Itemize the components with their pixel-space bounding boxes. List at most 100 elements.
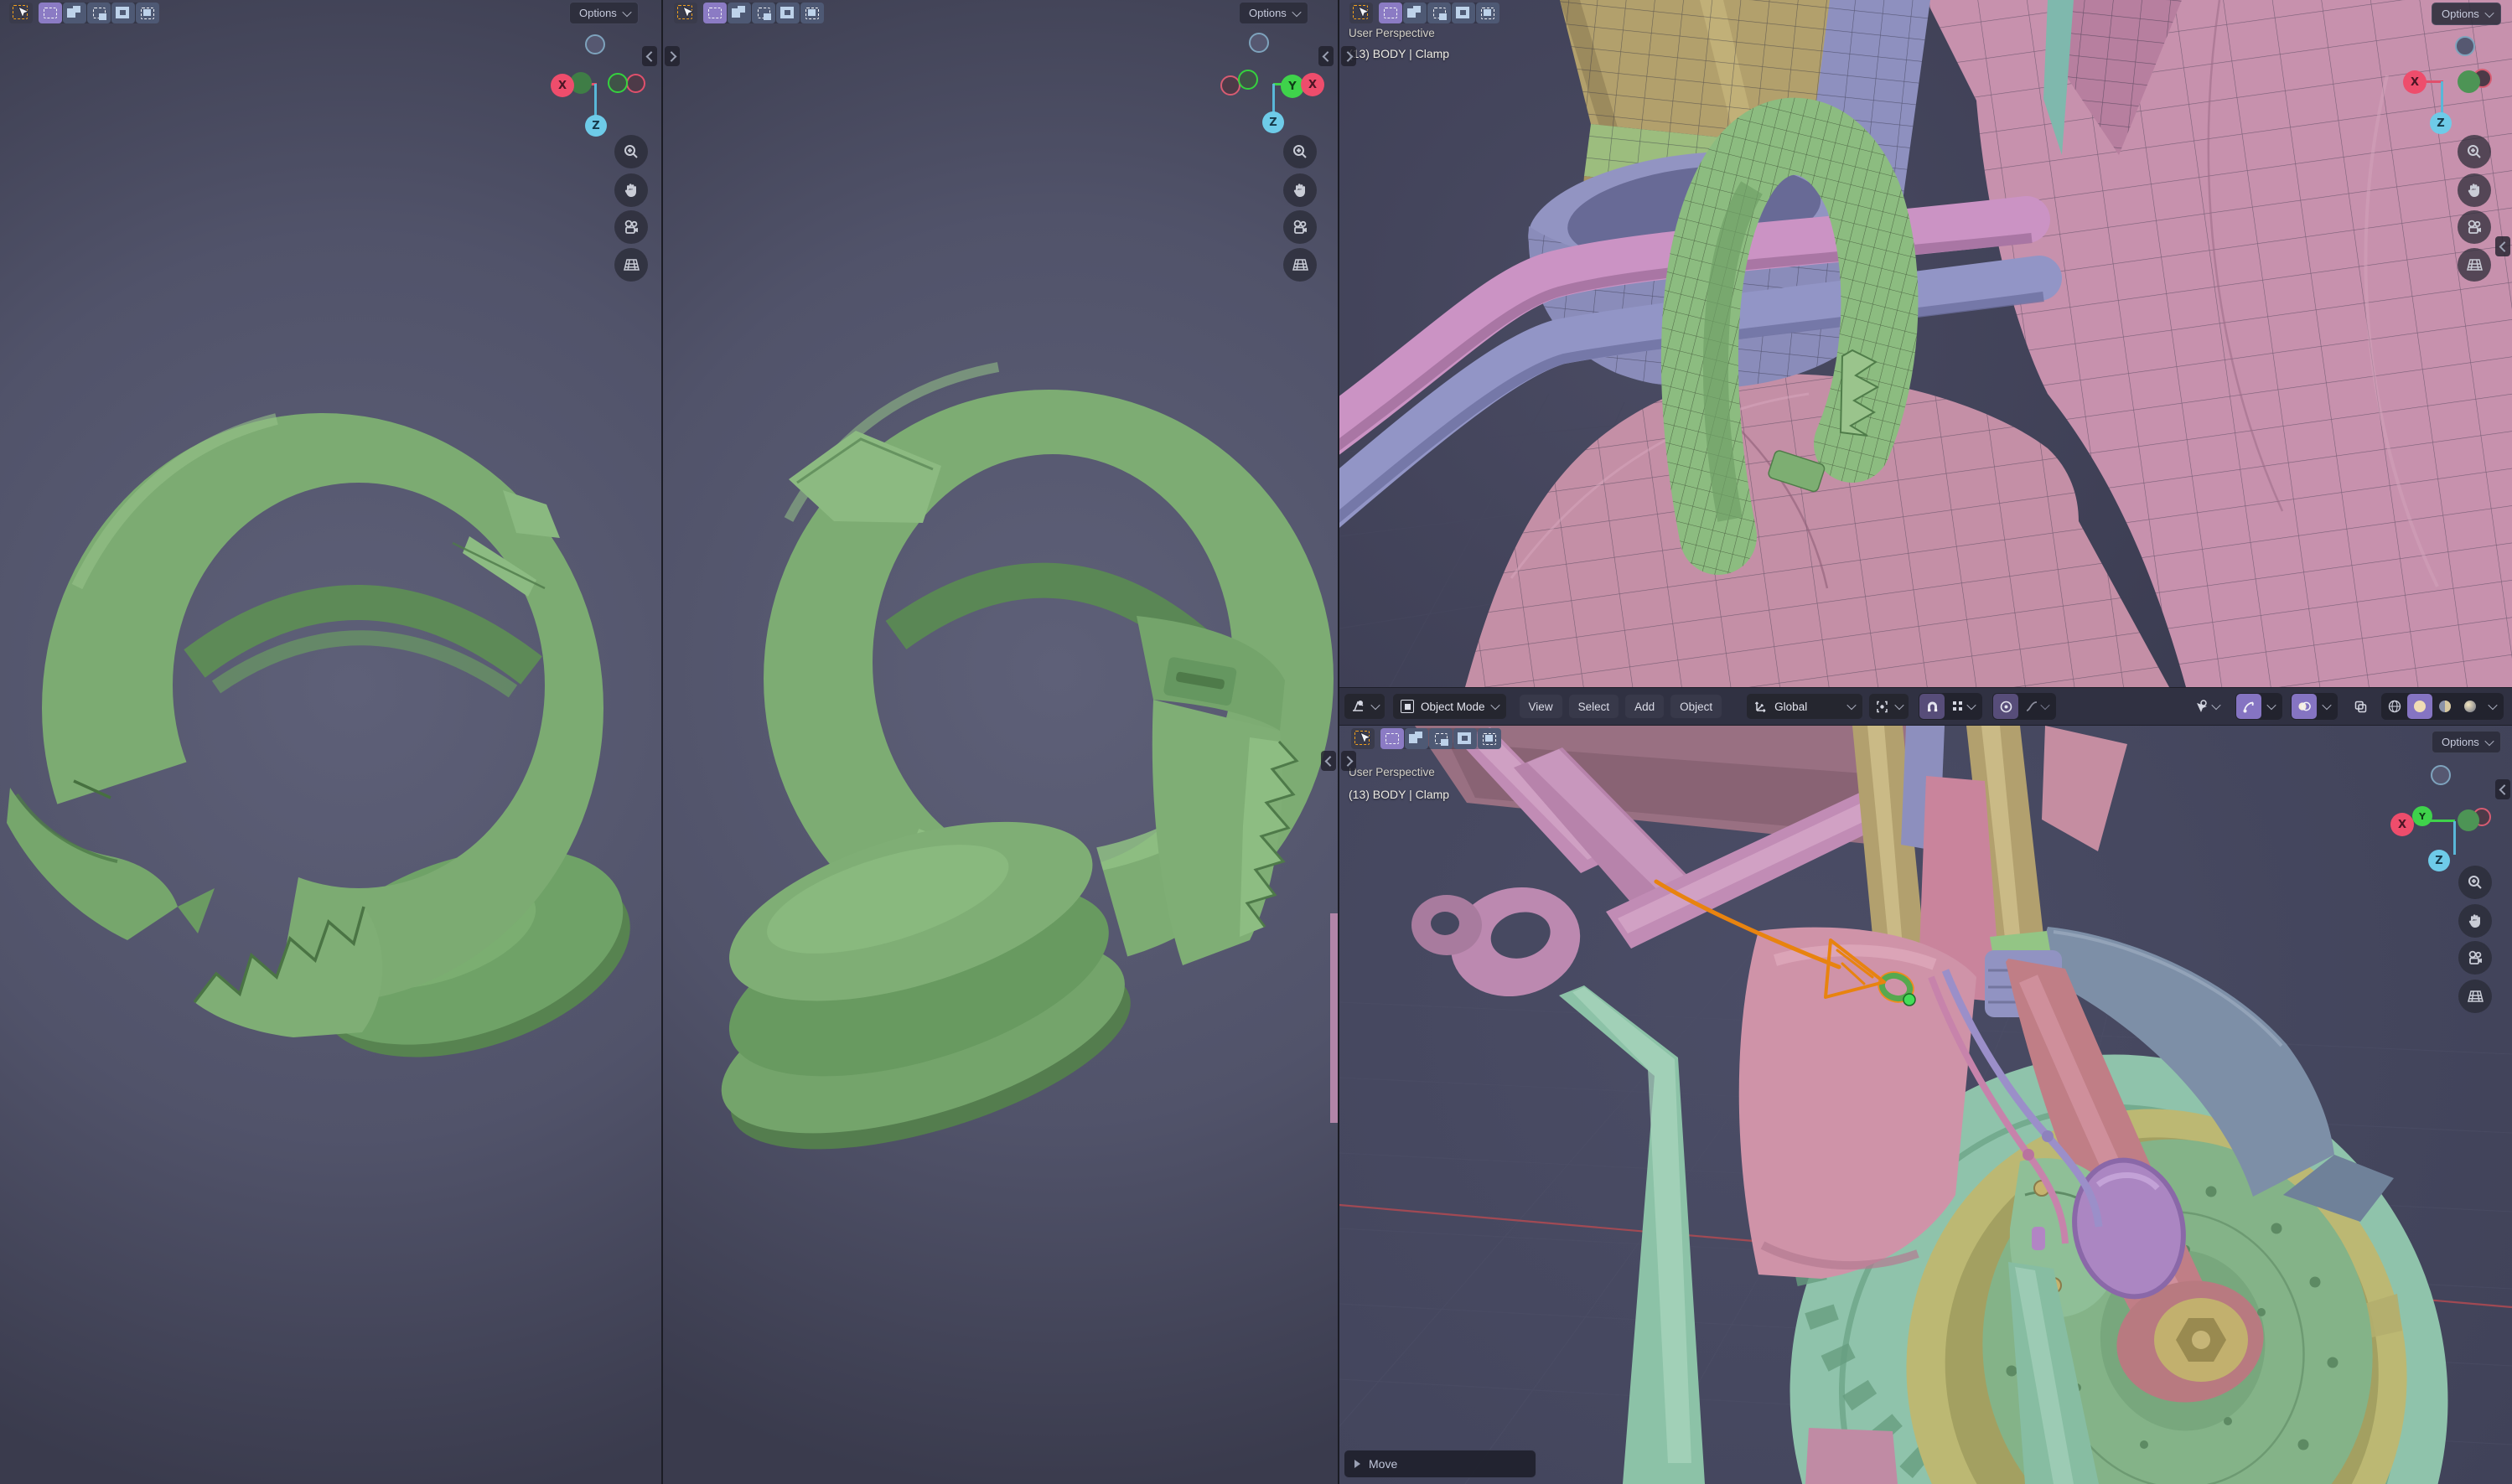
region-arrow-left[interactable] <box>642 46 657 66</box>
region-arrow-right[interactable] <box>1341 751 1356 771</box>
region-arrow-left[interactable] <box>2495 779 2510 799</box>
region-arrow-left[interactable] <box>1321 751 1336 771</box>
vp1-camera-dot[interactable] <box>585 34 605 54</box>
snap-settings-dropdown[interactable] <box>1945 694 1981 719</box>
gizmo-z-axis[interactable]: Z <box>2428 850 2450 871</box>
viewport-divider[interactable] <box>1338 0 1339 1484</box>
tweak-tool-button[interactable] <box>9 3 33 23</box>
vp3-pan-button[interactable] <box>2458 173 2491 207</box>
vp1-options-button[interactable]: Options <box>569 2 639 24</box>
editor-type-selector[interactable] <box>1344 694 1385 719</box>
vp4-pan-button[interactable] <box>2458 904 2492 938</box>
shading-rendered-button[interactable] <box>2458 694 2483 719</box>
viewport-front-canvas[interactable] <box>0 0 661 1484</box>
vp3-ortho-button[interactable] <box>2458 248 2491 282</box>
xray-toggle[interactable] <box>2348 694 2373 719</box>
transform-orientation-selector[interactable]: Global <box>1747 694 1862 719</box>
gizmo-y-axis[interactable]: Y <box>2412 806 2432 826</box>
menu-object[interactable]: Object <box>1670 695 1722 718</box>
viewport-detail-canvas[interactable] <box>1339 0 2512 687</box>
select-box-set-button[interactable] <box>703 3 727 23</box>
vp4-camera-button[interactable] <box>2458 941 2492 975</box>
shading-material-button[interactable] <box>2432 694 2458 719</box>
select-box-set-button[interactable] <box>39 3 62 23</box>
pivot-point-selector[interactable] <box>1869 694 1909 719</box>
region-arrow-right[interactable] <box>1341 46 1356 66</box>
vp2-ortho-button[interactable] <box>1283 248 1317 282</box>
viewport-three-quarter[interactable] <box>663 0 1338 1484</box>
viewport-three-quarter-canvas[interactable] <box>663 0 1338 1484</box>
viewport-scene[interactable] <box>1339 726 2512 1484</box>
snap-magnet-toggle[interactable] <box>1919 694 1945 719</box>
menu-add[interactable]: Add <box>1625 695 1664 718</box>
gizmo-y-negative[interactable] <box>2458 809 2479 831</box>
gizmo-y-negative[interactable] <box>608 73 628 93</box>
select-box-extend-button[interactable] <box>1403 3 1427 23</box>
operator-panel-move[interactable]: Move <box>1344 1450 1536 1478</box>
proportional-falloff-dropdown[interactable] <box>2018 694 2055 719</box>
select-box-intersect-button[interactable] <box>136 3 159 23</box>
select-box-subtract-button[interactable] <box>1427 3 1451 23</box>
region-arrow-right[interactable] <box>665 46 680 66</box>
select-box-intersect-button[interactable] <box>1476 3 1499 23</box>
gizmo-x-axis[interactable]: X <box>1301 73 1324 96</box>
select-box-extend-button[interactable] <box>728 3 751 23</box>
select-box-invert-button[interactable] <box>1453 728 1477 749</box>
shading-solid-button[interactable] <box>2407 694 2432 719</box>
gizmo-y-axis[interactable] <box>2458 70 2480 93</box>
select-box-extend-button[interactable] <box>63 3 86 23</box>
select-box-intersect-button[interactable] <box>1478 728 1501 749</box>
vp2-zoom-button[interactable] <box>1283 135 1317 168</box>
tweak-tool-button[interactable] <box>674 3 697 23</box>
vp2-options-button[interactable]: Options <box>1239 2 1308 24</box>
gizmo-z-axis[interactable]: Z <box>585 115 607 137</box>
vp3-camera-dot[interactable] <box>2455 36 2475 56</box>
vp4-options-button[interactable]: Options <box>2432 731 2501 753</box>
vp3-camera-button[interactable] <box>2458 210 2491 244</box>
viewport-scene-canvas[interactable] <box>1339 726 2512 1484</box>
gizmo-x-axis[interactable]: X <box>2390 813 2414 836</box>
shading-wireframe-button[interactable] <box>2382 694 2407 719</box>
proportional-editing-toggle[interactable] <box>1993 694 2018 719</box>
gizmo-z-axis[interactable]: Z <box>2430 112 2452 134</box>
menu-view[interactable]: View <box>1520 695 1562 718</box>
select-box-subtract-button[interactable] <box>87 3 111 23</box>
shading-dropdown[interactable] <box>2483 694 2503 719</box>
show-gizmo-dropdown[interactable] <box>2187 694 2227 719</box>
vp4-zoom-button[interactable] <box>2458 866 2492 899</box>
vp1-camera-button[interactable] <box>614 210 648 244</box>
tweak-tool-button[interactable] <box>1351 728 1375 749</box>
gizmo-y-negative[interactable] <box>1238 70 1258 90</box>
gizmo-x-axis[interactable]: X <box>2403 70 2427 94</box>
select-box-extend-button[interactable] <box>1405 728 1428 749</box>
select-box-invert-button[interactable] <box>1452 3 1475 23</box>
viewport-front[interactable] <box>0 0 661 1484</box>
gizmo-dropdown[interactable] <box>2261 694 2282 719</box>
vp3-zoom-button[interactable] <box>2458 135 2491 168</box>
region-arrow-left[interactable] <box>1318 46 1334 66</box>
vp4-ortho-button[interactable] <box>2458 980 2492 1013</box>
overlays-toggle[interactable] <box>2292 694 2317 719</box>
select-box-invert-button[interactable] <box>111 3 135 23</box>
vp1-pan-button[interactable] <box>614 173 648 207</box>
vp3-options-button[interactable]: Options <box>2432 3 2501 25</box>
vp2-pan-button[interactable] <box>1283 173 1317 207</box>
select-box-intersect-button[interactable] <box>800 3 824 23</box>
gizmo-x-negative[interactable] <box>626 74 645 93</box>
viewport-detail[interactable] <box>1339 0 2512 687</box>
vp2-camera-dot[interactable] <box>1249 33 1269 53</box>
menu-select[interactable]: Select <box>1569 695 1619 718</box>
select-box-invert-button[interactable] <box>776 3 800 23</box>
vp1-zoom-button[interactable] <box>614 135 648 168</box>
region-arrow-left[interactable] <box>2495 236 2510 256</box>
overlays-dropdown[interactable] <box>2317 694 2337 719</box>
viewport-divider[interactable] <box>661 0 663 1484</box>
mode-selector[interactable]: Object Mode <box>1393 694 1506 719</box>
vp4-camera-dot[interactable] <box>2431 765 2451 785</box>
select-box-subtract-button[interactable] <box>752 3 775 23</box>
select-box-set-button[interactable] <box>1380 728 1404 749</box>
tweak-tool-button[interactable] <box>1349 3 1373 23</box>
vp2-camera-button[interactable] <box>1283 210 1317 244</box>
vp1-ortho-button[interactable] <box>614 248 648 282</box>
select-box-subtract-button[interactable] <box>1429 728 1453 749</box>
